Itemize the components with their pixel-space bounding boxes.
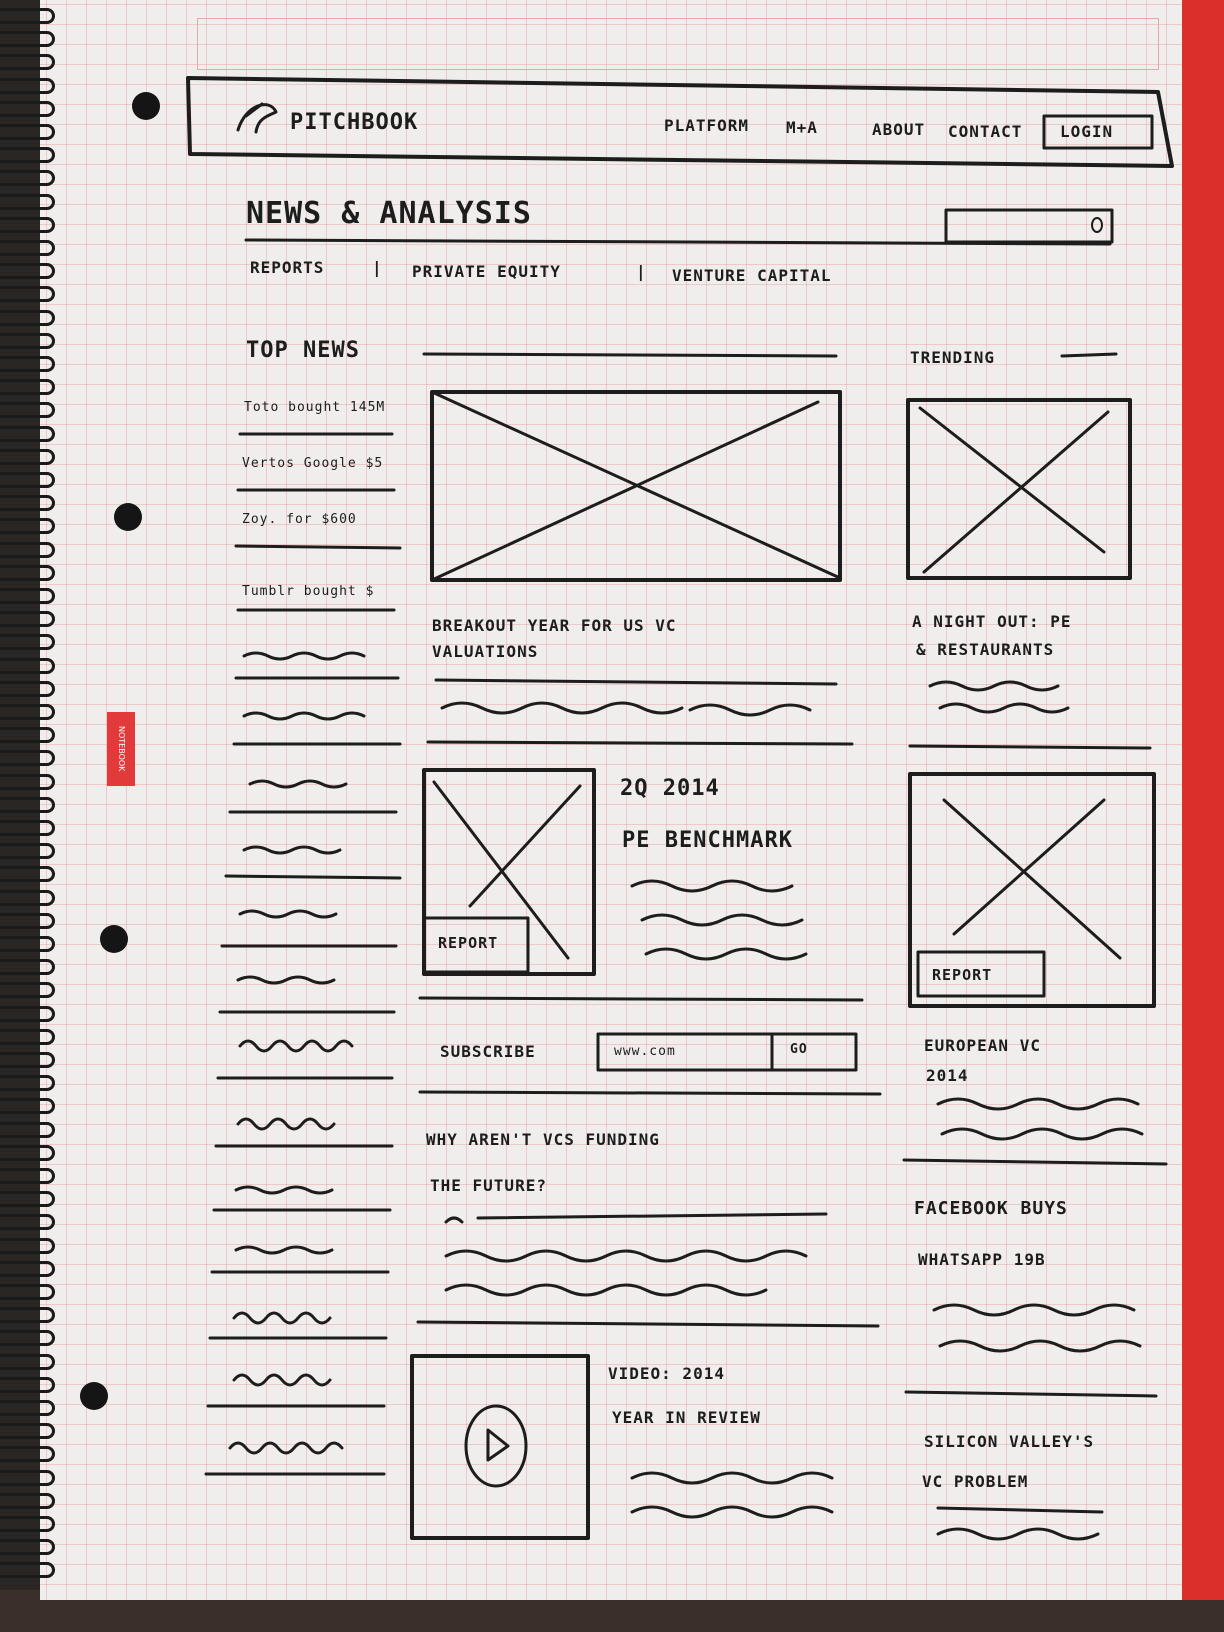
- text-placeholder-squiggle: [238, 1039, 354, 1053]
- nav-about[interactable]: ABOUT: [872, 120, 925, 139]
- video-placeholder[interactable]: [410, 1354, 590, 1540]
- section-rule: [418, 996, 864, 1002]
- text-placeholder-squiggle: [932, 1303, 1136, 1317]
- list-rule: [224, 874, 402, 880]
- facebook-headline-line1[interactable]: FACEBOOK BUYS: [914, 1198, 1068, 1219]
- silicon-valley-line1[interactable]: SILICON VALLEY'S: [924, 1432, 1094, 1451]
- text-placeholder-line: [434, 678, 838, 686]
- text-placeholder-squiggle: [228, 1441, 344, 1455]
- section-rule: [418, 1090, 882, 1096]
- featured-image-cross: [430, 390, 842, 582]
- nav-contact[interactable]: CONTACT: [948, 122, 1022, 141]
- silicon-valley-line2[interactable]: VC PROBLEM: [922, 1472, 1028, 1491]
- text-placeholder-squiggle: [234, 1185, 334, 1195]
- video-title-line2[interactable]: YEAR IN REVIEW: [612, 1408, 761, 1427]
- facebook-headline-line2[interactable]: WHATSAPP 19B: [918, 1250, 1046, 1269]
- european-vc-line1[interactable]: EUROPEAN VC: [924, 1036, 1041, 1055]
- report-badge: REPORT: [932, 966, 993, 984]
- text-placeholder-squiggle: [640, 913, 804, 927]
- text-placeholder-squiggle: [248, 779, 348, 789]
- play-circle-icon[interactable]: [464, 1404, 528, 1488]
- section-rule: [908, 744, 1152, 750]
- text-placeholder-squiggle: [444, 1216, 464, 1224]
- video-title-line1[interactable]: VIDEO: 2014: [608, 1364, 725, 1383]
- european-vc-line2[interactable]: 2014: [926, 1066, 969, 1085]
- nav-platform[interactable]: PLATFORM: [664, 116, 749, 135]
- text-placeholder-squiggle: [630, 1505, 834, 1519]
- text-placeholder-squiggle: [242, 651, 366, 661]
- why-headline-line1[interactable]: WHY AREN'T VCS FUNDING: [426, 1130, 660, 1149]
- trending-rule: [1060, 352, 1118, 358]
- text-placeholder-squiggle: [928, 680, 1060, 692]
- trending-report-cross: [942, 798, 1122, 960]
- text-placeholder-squiggle: [234, 1245, 334, 1255]
- top-news-heading: TOP NEWS: [246, 338, 360, 363]
- top-news-item[interactable]: Vertos Google $5: [242, 456, 383, 471]
- text-placeholder-squiggle: [644, 947, 808, 961]
- main-headline-line1[interactable]: BREAKOUT YEAR FOR US VC: [432, 616, 677, 635]
- list-rule: [234, 544, 402, 550]
- text-placeholder-line: [476, 1212, 828, 1220]
- text-placeholder-squiggle: [236, 975, 336, 985]
- text-placeholder-squiggle: [232, 1311, 332, 1325]
- text-placeholder-squiggle: [936, 1097, 1140, 1111]
- text-placeholder-line: [936, 1506, 1104, 1514]
- subscribe-label: SUBSCRIBE: [440, 1042, 536, 1061]
- text-placeholder-squiggle: [236, 1117, 336, 1131]
- text-placeholder-squiggle: [688, 703, 812, 717]
- text-placeholder-squiggle: [444, 1283, 768, 1297]
- text-placeholder-squiggle: [242, 711, 366, 721]
- text-placeholder-squiggle: [630, 879, 794, 893]
- text-placeholder-squiggle: [936, 1527, 1100, 1541]
- report-title-line1[interactable]: 2Q 2014: [620, 776, 720, 801]
- top-news-item[interactable]: Toto bought 145M: [244, 400, 385, 415]
- subscribe-placeholder[interactable]: www.com: [614, 1044, 676, 1059]
- subnav-venture-capital[interactable]: VENTURE CAPITAL: [672, 266, 832, 285]
- nav-ma[interactable]: M+A: [786, 118, 818, 137]
- trending-image-cross: [918, 406, 1110, 574]
- text-placeholder-squiggle: [940, 1127, 1144, 1141]
- subnav-reports[interactable]: REPORTS: [250, 258, 324, 277]
- subnav-divider: |: [636, 262, 647, 281]
- trending-heading: TRENDING: [910, 348, 996, 367]
- section-rule: [902, 1158, 1168, 1166]
- login-button[interactable]: LOGIN: [1060, 122, 1113, 141]
- pitchbook-logo-icon: [236, 102, 278, 134]
- section-rule: [416, 1320, 880, 1328]
- text-placeholder-squiggle: [444, 1249, 808, 1263]
- section-rule: [426, 740, 854, 746]
- logo-text[interactable]: PITCHBOOK: [290, 110, 418, 135]
- play-icon[interactable]: [486, 1428, 510, 1462]
- page-title: NEWS & ANALYSIS: [246, 196, 532, 231]
- report-image-cross: [432, 780, 582, 960]
- search-icon[interactable]: [1091, 217, 1103, 233]
- subscribe-button[interactable]: GO: [790, 1042, 808, 1057]
- why-headline-line2[interactable]: THE FUTURE?: [430, 1176, 547, 1195]
- top-news-item[interactable]: Tumblr bought $: [242, 584, 374, 599]
- trending-headline-line2[interactable]: & RESTAURANTS: [916, 640, 1054, 659]
- main-headline-line2[interactable]: VALUATIONS: [432, 642, 538, 661]
- report-badge: REPORT: [438, 934, 499, 952]
- text-placeholder-squiggle: [630, 1471, 834, 1485]
- section-rule: [904, 1390, 1158, 1398]
- text-placeholder-squiggle: [232, 1373, 332, 1387]
- top-news-rule: [422, 352, 838, 358]
- wireframe-sketch: [186, 76, 1174, 1541]
- text-placeholder-squiggle: [238, 909, 338, 919]
- text-placeholder-squiggle: [938, 702, 1070, 714]
- subnav-private-equity[interactable]: PRIVATE EQUITY: [412, 262, 561, 281]
- report-title-line2[interactable]: PE BENCHMARK: [622, 828, 793, 853]
- text-placeholder-squiggle: [938, 1339, 1142, 1353]
- top-news-item[interactable]: Zoy. for $600: [242, 512, 357, 527]
- trending-headline-line1[interactable]: A NIGHT OUT: PE: [912, 612, 1072, 631]
- subnav-divider: |: [372, 258, 383, 277]
- text-placeholder-squiggle: [242, 845, 342, 855]
- text-placeholder-squiggle: [440, 701, 684, 715]
- search-input[interactable]: [944, 208, 1114, 244]
